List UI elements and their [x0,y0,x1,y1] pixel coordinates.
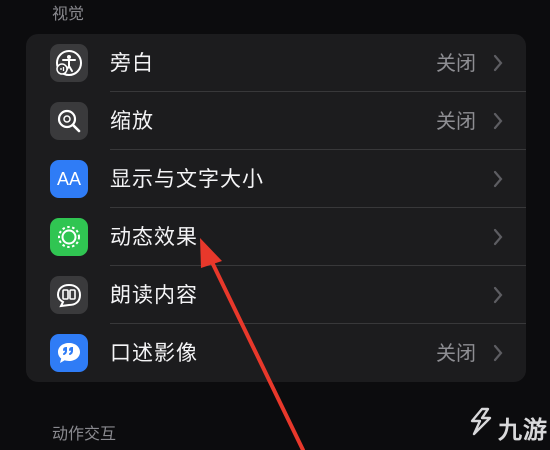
watermark-logo-icon [470,407,492,436]
annotation-arrow [200,238,305,450]
watermark-text: 九游 [498,416,548,444]
watermark: 九游 [468,404,548,448]
